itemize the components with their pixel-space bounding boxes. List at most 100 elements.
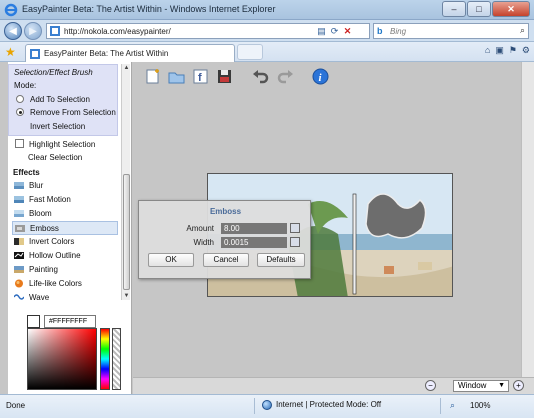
invert-colors-icon (14, 238, 24, 245)
page-favicon (50, 26, 60, 36)
hollow-outline-icon (14, 252, 24, 259)
hue-slider[interactable] (100, 328, 110, 390)
refresh-icon[interactable]: ⟳ (328, 25, 341, 37)
sidebar-scroll-thumb[interactable] (123, 174, 130, 290)
maximize-button[interactable]: □ (467, 1, 491, 17)
amount-field[interactable]: 8.00 (221, 223, 287, 234)
radio-remove[interactable] (16, 108, 24, 116)
zoom-mode-select[interactable]: Window ▼ (453, 380, 509, 392)
home-icon[interactable]: ⌂ (485, 45, 490, 56)
new-tab-button[interactable] (237, 44, 263, 60)
open-folder-icon[interactable] (168, 68, 185, 85)
stop-icon[interactable]: ✕ (341, 25, 354, 37)
safety-icon[interactable]: ⚑ (509, 45, 517, 56)
current-color-swatch[interactable] (27, 315, 40, 328)
effects-header: Effects (13, 168, 40, 177)
mode-add-label: Add To Selection (30, 95, 90, 104)
zoom-out-icon[interactable]: − (425, 380, 436, 391)
effect-emboss[interactable]: Emboss (12, 221, 118, 235)
effect-bloom[interactable]: Bloom (12, 207, 118, 221)
zoom-magnifier-icon[interactable]: ⌕ (450, 400, 455, 411)
zoom-in-icon[interactable]: + (513, 380, 524, 391)
undo-icon[interactable] (252, 68, 269, 85)
amount-slider-icon[interactable] (290, 223, 300, 233)
new-image-icon[interactable] (145, 68, 162, 85)
effect-hollow-outline[interactable]: Hollow Outline (12, 249, 118, 263)
painting-icon (14, 266, 24, 273)
effect-label: Wave (29, 293, 50, 302)
page-scrollbar[interactable] (521, 62, 534, 394)
zoom-level[interactable]: 100% (470, 401, 490, 410)
tools-gear-icon[interactable]: ⚙ (522, 45, 530, 56)
highlight-selection-checkbox[interactable] (15, 139, 24, 148)
facebook-icon[interactable]: f (192, 68, 209, 85)
clear-selection-link[interactable]: Clear Selection (28, 153, 82, 162)
mode-remove-from-selection[interactable]: Remove From Selection (14, 107, 118, 117)
window-title-bar: EasyPainter Beta: The Artist Within - Wi… (0, 0, 534, 20)
width-slider-icon[interactable] (290, 237, 300, 247)
mode-label: Mode: (14, 81, 37, 90)
alpha-slider[interactable] (112, 328, 121, 390)
selection-brush-panel: Selection/Effect Brush Mode: Add To Sele… (8, 64, 118, 136)
sidebar: Selection/Effect Brush Mode: Add To Sele… (8, 62, 132, 394)
svg-text:f: f (198, 72, 202, 84)
close-button[interactable]: ✕ (492, 1, 530, 17)
dialog-title: Emboss (209, 207, 242, 216)
compatibility-view-icon[interactable]: ▤ (315, 25, 328, 37)
effect-wave[interactable]: Wave (12, 291, 118, 305)
favorites-star-icon[interactable]: ★ (5, 45, 16, 59)
highlight-selection-label: Highlight Selection (29, 140, 96, 149)
scroll-up-icon[interactable]: ▲ (123, 64, 130, 72)
tab-favicon (30, 49, 40, 59)
address-field[interactable]: http://nokola.com/easypainter/ ▤ ⟳ ✕ (46, 23, 370, 39)
mode-remove-label: Remove From Selection (30, 108, 116, 117)
bing-logo-icon: b (377, 26, 383, 36)
width-label: Width (193, 238, 214, 247)
effect-fast-motion[interactable]: Fast Motion (12, 193, 118, 207)
save-icon[interactable] (216, 68, 233, 85)
security-zone-text[interactable]: Internet | Protected Mode: Off (276, 400, 381, 409)
redo-icon[interactable] (277, 68, 294, 85)
info-icon[interactable]: i (312, 68, 329, 85)
tab-row: ★ EasyPainter Beta: The Artist Within ⌂ … (0, 42, 534, 62)
effect-label: Blur (29, 181, 44, 190)
effect-label: Fast Motion (29, 195, 71, 204)
effect-label: Hollow Outline (29, 251, 81, 260)
color-hex-field[interactable]: #FFFFFFFF (44, 315, 96, 328)
search-placeholder: Bing (390, 27, 407, 36)
browser-tab[interactable]: EasyPainter Beta: The Artist Within (25, 44, 235, 62)
saturation-value-picker[interactable] (27, 328, 97, 390)
scroll-down-icon[interactable]: ▼ (123, 292, 130, 300)
defaults-button[interactable]: Defaults (257, 253, 305, 267)
invert-selection-link[interactable]: Invert Selection (30, 122, 85, 131)
cancel-button[interactable]: Cancel (203, 253, 249, 267)
effect-painting[interactable]: Painting (12, 263, 118, 277)
width-field[interactable]: 0.0015 (221, 237, 287, 248)
radio-add[interactable] (16, 95, 24, 103)
status-text: Done (6, 401, 26, 410)
search-icon[interactable]: ⌕ (520, 25, 525, 36)
bloom-icon (14, 210, 24, 217)
effect-label: Painting (29, 265, 58, 274)
mode-add-to-selection[interactable]: Add To Selection (14, 94, 114, 104)
effect-invert-colors[interactable]: Invert Colors (12, 235, 118, 249)
effect-label: Bloom (29, 209, 52, 218)
forward-button[interactable]: ▶ (24, 22, 42, 40)
ok-button[interactable]: OK (148, 253, 194, 267)
effect-life-like-colors[interactable]: Life-like Colors (12, 277, 118, 291)
brush-title: Selection/Effect Brush (14, 68, 93, 77)
status-divider (254, 398, 255, 414)
minimize-button[interactable]: – (442, 1, 466, 17)
tab-label: EasyPainter Beta: The Artist Within (44, 49, 169, 58)
zoom-mode-value: Window (458, 381, 487, 390)
effect-blur[interactable]: Blur (12, 179, 118, 193)
sidebar-scrollbar[interactable]: ▲ ▼ (121, 64, 130, 300)
search-box[interactable]: b Bing ⌕ (373, 23, 529, 39)
back-arrow-icon: ◀ (9, 25, 17, 37)
feeds-icon[interactable]: ▣ (495, 45, 504, 56)
effect-label: Invert Colors (29, 237, 75, 246)
highlight-selection-option[interactable]: Highlight Selection (14, 138, 118, 150)
easypainter-app: Selection/Effect Brush Mode: Add To Sele… (0, 62, 534, 394)
back-button[interactable]: ◀ (4, 22, 22, 40)
internet-zone-icon (262, 400, 272, 410)
